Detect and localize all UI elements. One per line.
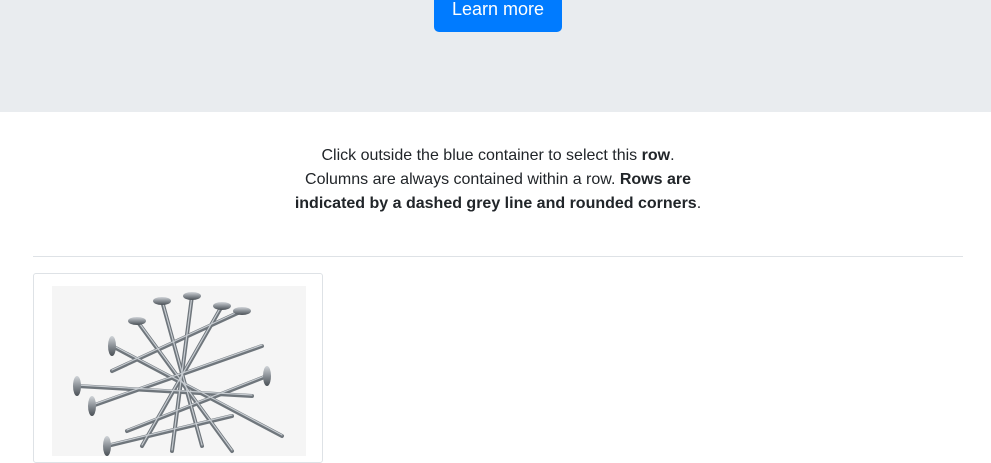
intro-text: Click outside the blue container to sele…: [280, 144, 716, 216]
intro-line1-text: Click outside the blue container to sele…: [321, 147, 642, 164]
intro-line2-text: Columns are always contained within a ro…: [305, 171, 620, 188]
intro-line1-end: .: [670, 147, 675, 164]
intro-line2-end: .: [696, 195, 702, 212]
intro-row-bold: row: [641, 147, 671, 164]
image-card[interactable]: [33, 273, 323, 463]
section-divider: [33, 256, 963, 257]
nails-image: [52, 286, 306, 456]
hero-section: Learn more: [0, 0, 991, 112]
learn-more-button[interactable]: Learn more: [434, 0, 562, 32]
